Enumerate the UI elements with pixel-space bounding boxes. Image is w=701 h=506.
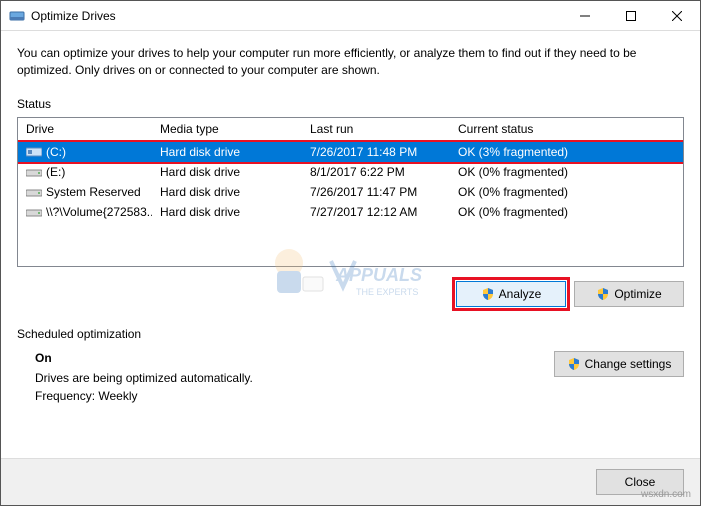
cell-media: Hard disk drive: [152, 145, 302, 159]
drive-icon: [26, 166, 42, 178]
drive-name: System Reserved: [46, 185, 141, 199]
scheduled-actions: Change settings: [554, 351, 684, 407]
scheduled-section: Scheduled optimization On Drives are bei…: [17, 327, 684, 407]
optimize-button[interactable]: Optimize: [574, 281, 684, 307]
window-title: Optimize Drives: [31, 9, 562, 23]
scheduled-freq: Frequency: Weekly: [35, 389, 554, 403]
close-label: Close: [625, 475, 656, 489]
shield-icon: [567, 357, 581, 371]
cell-drive: System Reserved: [18, 185, 152, 199]
cell-drive: \\?\Volume{272583...: [18, 205, 152, 219]
attribution: wsxdn.com: [641, 489, 691, 500]
table-row[interactable]: (C:) Hard disk drive 7/26/2017 11:48 PM …: [18, 142, 683, 162]
drive-icon: [26, 206, 42, 218]
cell-status: OK (0% fragmented): [450, 205, 683, 219]
app-icon: [9, 8, 25, 24]
cell-media: Hard disk drive: [152, 205, 302, 219]
cell-status: OK (3% fragmented): [450, 145, 683, 159]
table-row[interactable]: \\?\Volume{272583... Hard disk drive 7/2…: [18, 202, 683, 222]
close-button[interactable]: [654, 1, 700, 30]
content-area: You can optimize your drives to help you…: [1, 31, 700, 458]
analyze-button[interactable]: Analyze: [456, 281, 566, 307]
cell-status: OK (0% fragmented): [450, 165, 683, 179]
list-body: (C:) Hard disk drive 7/26/2017 11:48 PM …: [18, 142, 683, 222]
scheduled-text: On Drives are being optimized automatica…: [35, 351, 554, 407]
drive-name: (E:): [46, 165, 65, 179]
list-header: Drive Media type Last run Current status: [18, 118, 683, 142]
col-header-status[interactable]: Current status: [450, 118, 683, 141]
drive-name: (C:): [46, 145, 66, 159]
titlebar: Optimize Drives: [1, 1, 700, 31]
footer: Close: [1, 458, 700, 505]
scheduled-desc: Drives are being optimized automatically…: [35, 371, 554, 385]
drive-list[interactable]: Drive Media type Last run Current status…: [17, 117, 684, 267]
cell-media: Hard disk drive: [152, 165, 302, 179]
table-row[interactable]: System Reserved Hard disk drive 7/26/201…: [18, 182, 683, 202]
col-header-drive[interactable]: Drive: [18, 118, 152, 141]
scheduled-body: On Drives are being optimized automatica…: [17, 351, 684, 407]
cell-status: OK (0% fragmented): [450, 185, 683, 199]
minimize-icon: [580, 11, 590, 21]
action-buttons: Analyze Optimize: [17, 281, 684, 307]
drive-name: \\?\Volume{272583...: [46, 205, 152, 219]
cell-lastrun: 7/26/2017 11:47 PM: [302, 185, 450, 199]
shield-icon: [481, 287, 495, 301]
window: Optimize Drives You can optimize your dr…: [0, 0, 701, 506]
change-settings-label: Change settings: [585, 357, 672, 371]
col-header-lastrun[interactable]: Last run: [302, 118, 450, 141]
maximize-icon: [626, 11, 636, 21]
shield-icon: [596, 287, 610, 301]
analyze-label: Analyze: [499, 287, 542, 301]
optimize-label: Optimize: [614, 287, 661, 301]
cell-lastrun: 7/27/2017 12:12 AM: [302, 205, 450, 219]
cell-lastrun: 7/26/2017 11:48 PM: [302, 145, 450, 159]
change-settings-button[interactable]: Change settings: [554, 351, 684, 377]
cell-media: Hard disk drive: [152, 185, 302, 199]
window-controls: [562, 1, 700, 30]
cell-lastrun: 8/1/2017 6:22 PM: [302, 165, 450, 179]
scheduled-label: Scheduled optimization: [17, 327, 684, 341]
cell-drive: (E:): [18, 165, 152, 179]
close-icon: [672, 11, 682, 21]
drive-icon: [26, 186, 42, 198]
maximize-button[interactable]: [608, 1, 654, 30]
col-header-media[interactable]: Media type: [152, 118, 302, 141]
cell-drive: (C:): [18, 145, 152, 159]
status-label: Status: [17, 97, 684, 111]
drive-icon: [26, 146, 42, 158]
table-row[interactable]: (E:) Hard disk drive 8/1/2017 6:22 PM OK…: [18, 162, 683, 182]
scheduled-on: On: [35, 351, 554, 365]
minimize-button[interactable]: [562, 1, 608, 30]
intro-text: You can optimize your drives to help you…: [17, 45, 684, 79]
